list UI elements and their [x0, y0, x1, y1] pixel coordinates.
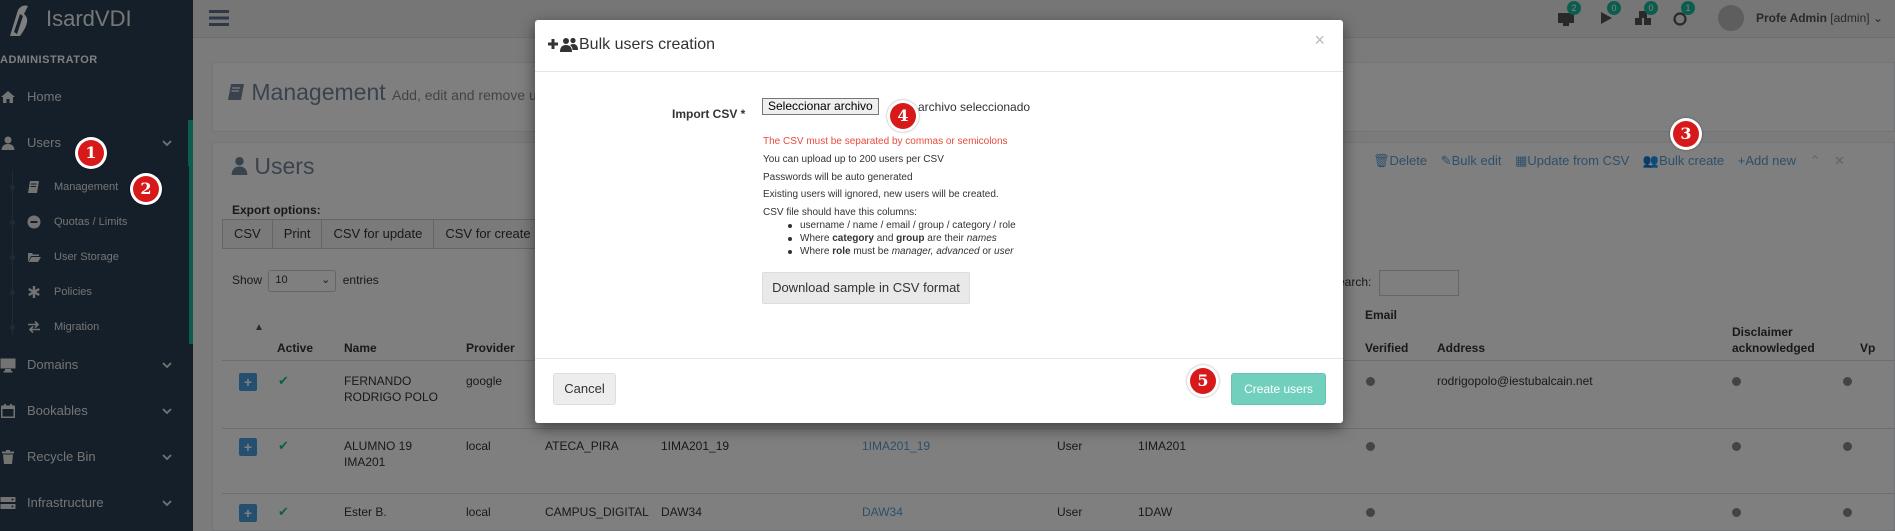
step-marker-2: 2 [130, 173, 162, 205]
bulk-users-modal: Bulk users creation × Import CSV * Selec… [535, 20, 1343, 423]
step-marker-5: 5 [1187, 365, 1219, 397]
select-file-button[interactable]: Seleccionar archivo [762, 98, 879, 115]
info-line: CSV file should have this columns: [763, 207, 917, 218]
step-marker-3: 3 [1670, 118, 1702, 150]
step-marker-4: 4 [887, 100, 919, 132]
plus-users-icon [548, 37, 578, 52]
modal-header: Bulk users creation × [535, 20, 1343, 72]
csv-warning: The CSV must be separated by commas or s… [763, 136, 1008, 147]
modal-footer-divider [535, 358, 1343, 359]
close-icon[interactable]: × [1314, 30, 1325, 51]
info-line: Existing users will ignored, new users w… [763, 189, 999, 200]
step-marker-1: 1 [75, 137, 107, 169]
create-users-button[interactable]: Create users [1231, 373, 1326, 405]
modal-title: Bulk users creation [579, 36, 716, 53]
columns-bullet: username / name / email / group / catego… [788, 220, 1016, 231]
info-line: Passwords will be auto generated [763, 172, 913, 183]
download-sample-button[interactable]: Download sample in CSV format [762, 272, 970, 304]
category-bullet: Where category and group are their names [788, 233, 997, 244]
file-status: archivo seleccionado [918, 100, 1031, 114]
info-line: You can upload up to 200 users per CSV [763, 154, 944, 165]
role-bullet: Where role must be manager, advanced or … [787, 246, 1014, 257]
cancel-button[interactable]: Cancel [553, 373, 616, 405]
import-csv-label: Import CSV * [672, 107, 746, 121]
